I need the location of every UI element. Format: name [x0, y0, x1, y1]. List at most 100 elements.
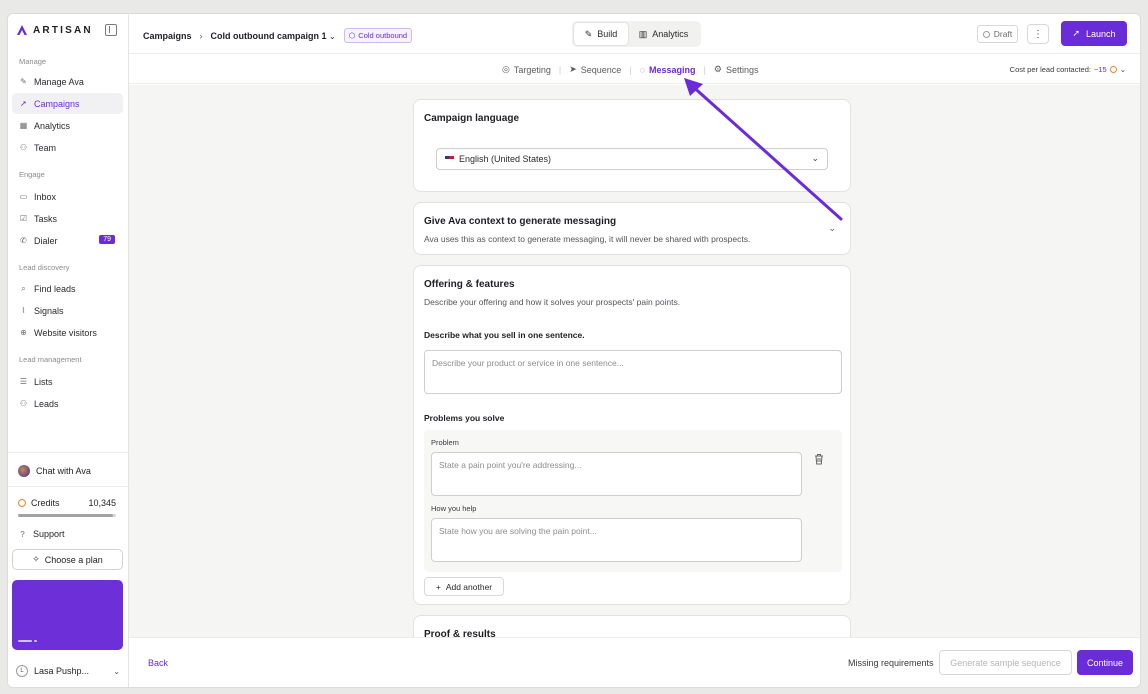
sidebar-item-analytics[interactable]: ▦ Analytics — [12, 115, 123, 136]
phone-icon: ✆ — [20, 236, 27, 245]
section-label-manage: Manage — [19, 57, 47, 66]
add-another-button[interactable]: + Add another — [424, 577, 504, 596]
sell-sentence-input[interactable]: Describe your product or service in one … — [424, 350, 842, 394]
sidebar-item-label: Dialer — [34, 235, 58, 246]
sidebar-item-manage-ava[interactable]: ✎ Manage Ava — [12, 71, 123, 92]
tab-messaging[interactable]: ◌ Messaging — [640, 65, 696, 75]
credits-icon — [18, 499, 26, 507]
problem-label: Problem — [431, 438, 459, 447]
campaign-name-dropdown[interactable]: Cold outbound campaign 1 ⌄ — [211, 31, 336, 41]
offering-features-card: Offering & features Describe your offeri… — [413, 265, 851, 605]
chat-with-ava-button[interactable]: Chat with Ava — [18, 465, 91, 477]
tab-settings[interactable]: ⚙ Settings — [714, 64, 759, 75]
sidebar-item-inbox[interactable]: ▭ Inbox — [12, 186, 123, 207]
add-another-label: Add another — [445, 581, 493, 592]
sidebar-item-lists[interactable]: ☰ Lists — [12, 371, 123, 392]
tab-sequence-label: Sequence — [580, 64, 622, 75]
sidebar-item-label: Lists — [34, 376, 53, 387]
user-name: Lasa Pushp... — [34, 666, 90, 676]
chevron-down-icon: ⌄ — [113, 666, 120, 676]
carousel-dots[interactable] — [18, 640, 37, 642]
cost-per-lead[interactable]: Cost per lead contacted: ~15 ⌄ — [1010, 65, 1126, 74]
sidebar-item-signals[interactable]: ⌇ Signals — [12, 300, 123, 321]
section-label-lead-discovery: Lead discovery — [19, 263, 70, 272]
tab-analytics[interactable]: ▥ Analytics — [630, 23, 697, 45]
missing-requirements[interactable]: Missing requirements — [848, 658, 934, 668]
cube-icon: ⬡ — [348, 31, 356, 40]
sidebar-item-leads[interactable]: ⚇ Leads — [12, 393, 123, 414]
chevron-down-icon[interactable]: ⌄ — [828, 223, 836, 234]
chevron-down-icon: ⌄ — [811, 153, 819, 163]
choose-plan-label: Choose a plan — [44, 554, 103, 565]
tab-build-label: Build — [597, 29, 618, 39]
promo-banner[interactable] — [12, 580, 123, 650]
sidebar-item-team[interactable]: ⚇ Team — [12, 137, 123, 158]
tab-targeting[interactable]: ◎ Targeting — [502, 64, 551, 75]
sparkle-icon: ✧ — [32, 554, 40, 564]
collapse-sidebar-icon[interactable] — [105, 24, 117, 36]
inbox-icon: ▭ — [19, 192, 28, 201]
continue-button[interactable]: Continue — [1077, 650, 1133, 675]
sidebar-item-label: Tasks — [34, 213, 58, 224]
sidebar-item-label: Signals — [34, 305, 64, 316]
card-title: Campaign language — [424, 113, 520, 124]
tab-sequence[interactable]: ➤ Sequence — [569, 64, 621, 75]
user-menu[interactable]: L Lasa Pushp... ⌄ — [16, 665, 120, 677]
cost-value: ~15 — [1093, 65, 1107, 74]
launch-label: Launch — [1086, 28, 1116, 39]
sidebar-item-tasks[interactable]: ☑ Tasks — [12, 208, 123, 229]
wand-icon: ✎ — [20, 77, 27, 86]
help-circle-icon: ? — [20, 529, 25, 539]
tab-settings-label: Settings — [725, 64, 759, 75]
breadcrumb-campaigns[interactable]: Campaigns — [143, 31, 192, 41]
sidebar-item-find-leads[interactable]: ⌕ Find leads — [12, 278, 123, 299]
tab-analytics-label: Analytics — [652, 29, 689, 39]
choose-plan-button[interactable]: ✧ Choose a plan — [12, 549, 123, 570]
generate-sample-sequence-button[interactable]: Generate sample sequence — [939, 650, 1072, 675]
sidebar-item-label: Manage Ava — [34, 76, 84, 87]
tab-messaging-label: Messaging — [649, 64, 696, 75]
breadcrumb: Campaigns › Cold outbound campaign 1 ⌄ ⬡… — [143, 28, 413, 43]
language-value: English (United States) — [459, 154, 552, 164]
chart-icon: ▦ — [19, 121, 28, 130]
artisan-logo-icon — [17, 25, 27, 35]
sidebar-item-label: Analytics — [34, 120, 71, 131]
support-link[interactable]: ? Support — [18, 529, 64, 539]
section-label-lead-management: Lead management — [19, 355, 82, 364]
card-title: Offering & features — [424, 279, 515, 290]
chevron-right-icon: › — [199, 30, 203, 41]
logo-text: ARTISAN — [33, 24, 93, 36]
sell-field-label: Describe what you sell in one sentence. — [424, 330, 585, 340]
trash-icon[interactable] — [814, 453, 824, 465]
context-card[interactable]: Give Ava context to generate messaging A… — [413, 202, 851, 255]
mode-toggle: ✎ Build ▥ Analytics — [572, 21, 701, 47]
chevron-down-icon: ⌄ — [1119, 65, 1126, 74]
sidebar-item-website-visitors[interactable]: ⊕ Website visitors — [12, 322, 123, 343]
logo[interactable]: ARTISAN — [16, 24, 93, 36]
tab-build[interactable]: ✎ Build — [574, 23, 628, 45]
campaign-type-label: Cold outbound — [358, 31, 408, 40]
credits-value: 10,345 — [88, 498, 116, 508]
proof-results-card: Proof & results — [413, 615, 851, 637]
campaign-name: Cold outbound campaign 1 — [210, 30, 327, 41]
how-you-help-input[interactable]: State how you are solving the pain point… — [431, 518, 802, 562]
back-button[interactable]: Back — [148, 658, 168, 668]
step-tabs-bar: ◎ Targeting | ➤ Sequence | ◌ Messaging |… — [129, 54, 1140, 84]
sidebar-divider — [8, 486, 129, 487]
top-bar: Campaigns › Cold outbound campaign 1 ⌄ ⬡… — [129, 14, 1140, 54]
language-select[interactable]: English (United States) ⌄ — [436, 148, 828, 170]
sidebar-item-campaigns[interactable]: ➚ Campaigns — [12, 93, 123, 114]
target-icon: ◎ — [502, 64, 510, 74]
messaging-editor: Campaign language English (United States… — [129, 85, 1140, 637]
more-options-button[interactable]: ⋮ — [1027, 24, 1049, 44]
credits-row: Credits 10,345 — [18, 498, 116, 508]
card-title: Proof & results — [424, 629, 496, 637]
tasks-icon: ☑ — [19, 214, 28, 223]
tab-separator: | — [629, 64, 632, 75]
problem-input[interactable]: State a pain point you're addressing... — [431, 452, 802, 496]
sidebar-item-dialer[interactable]: ✆ Dialer 79 — [12, 230, 123, 251]
launch-button[interactable]: ➚ Launch — [1061, 21, 1127, 46]
message-icon: ◌ — [639, 64, 646, 75]
status-badge: Draft — [977, 25, 1018, 43]
card-title: Give Ava context to generate messaging — [424, 216, 617, 227]
